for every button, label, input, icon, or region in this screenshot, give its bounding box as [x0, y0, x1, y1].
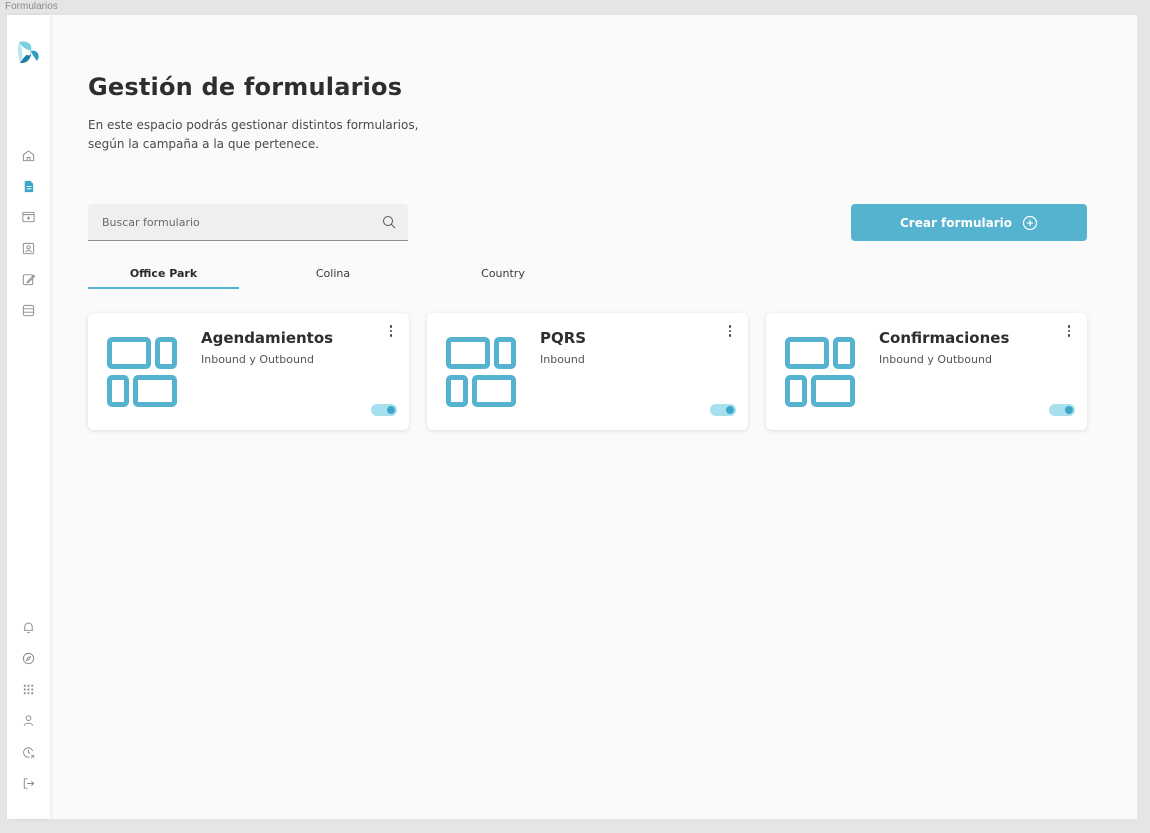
create-form-button[interactable]: Crear formulario [851, 204, 1087, 241]
main-content: Gestión de formularios En este espacio p… [50, 15, 1137, 819]
card-active-toggle[interactable] [371, 404, 397, 416]
sidebar [7, 15, 50, 819]
campaign-tabs: Office Park Colina Country [88, 267, 588, 289]
user-icon[interactable] [21, 713, 36, 728]
clock-cancel-icon[interactable] [21, 745, 36, 760]
more-options-icon[interactable] [724, 324, 736, 340]
card-subtitle: Inbound [540, 353, 585, 366]
form-template-icon [446, 337, 516, 407]
logout-icon[interactable] [21, 776, 36, 791]
form-template-icon [785, 337, 855, 407]
search-field [88, 204, 408, 241]
plus-circle-icon [1022, 215, 1038, 230]
frame-label: Formularios [5, 1, 58, 12]
page-description: En este espacio podrás gestionar distint… [88, 116, 468, 154]
search-input[interactable] [102, 204, 362, 240]
form-card[interactable]: PQRS Inbound [427, 313, 748, 430]
card-subtitle: Inbound y Outbound [879, 353, 992, 366]
forms-icon[interactable] [21, 179, 36, 194]
card-subtitle: Inbound y Outbound [201, 353, 314, 366]
contacts-icon[interactable] [21, 241, 36, 256]
search-icon[interactable] [382, 215, 396, 229]
page-description-line-2: según la campaña a la que pertenece. [88, 137, 320, 151]
card-active-toggle[interactable] [1049, 404, 1075, 416]
apps-grid-icon[interactable] [21, 682, 36, 697]
form-card[interactable]: Agendamientos Inbound y Outbound [88, 313, 409, 430]
card-title: Confirmaciones [879, 329, 1010, 347]
tab-colina[interactable]: Colina [258, 267, 408, 289]
more-options-icon[interactable] [1063, 324, 1075, 340]
home-icon[interactable] [21, 148, 36, 163]
tab-office-park[interactable]: Office Park [88, 267, 239, 289]
card-title: Agendamientos [201, 329, 334, 347]
card-title: PQRS [540, 329, 587, 347]
app-window: Gestión de formularios En este espacio p… [7, 15, 1137, 819]
tab-country[interactable]: Country [428, 267, 578, 289]
compass-icon[interactable] [21, 651, 36, 666]
app-logo[interactable] [15, 40, 41, 68]
edit-icon[interactable] [21, 272, 36, 287]
page-title: Gestión de formularios [88, 73, 403, 101]
more-options-icon[interactable] [385, 324, 397, 340]
create-form-label: Crear formulario [900, 215, 1012, 230]
database-icon[interactable] [21, 303, 36, 318]
bell-icon[interactable] [21, 620, 36, 635]
card-active-toggle[interactable] [710, 404, 736, 416]
form-card[interactable]: Confirmaciones Inbound y Outbound [766, 313, 1087, 430]
page-description-line-1: En este espacio podrás gestionar distint… [88, 118, 419, 132]
folder-icon[interactable] [21, 209, 36, 224]
form-template-icon [107, 337, 177, 407]
